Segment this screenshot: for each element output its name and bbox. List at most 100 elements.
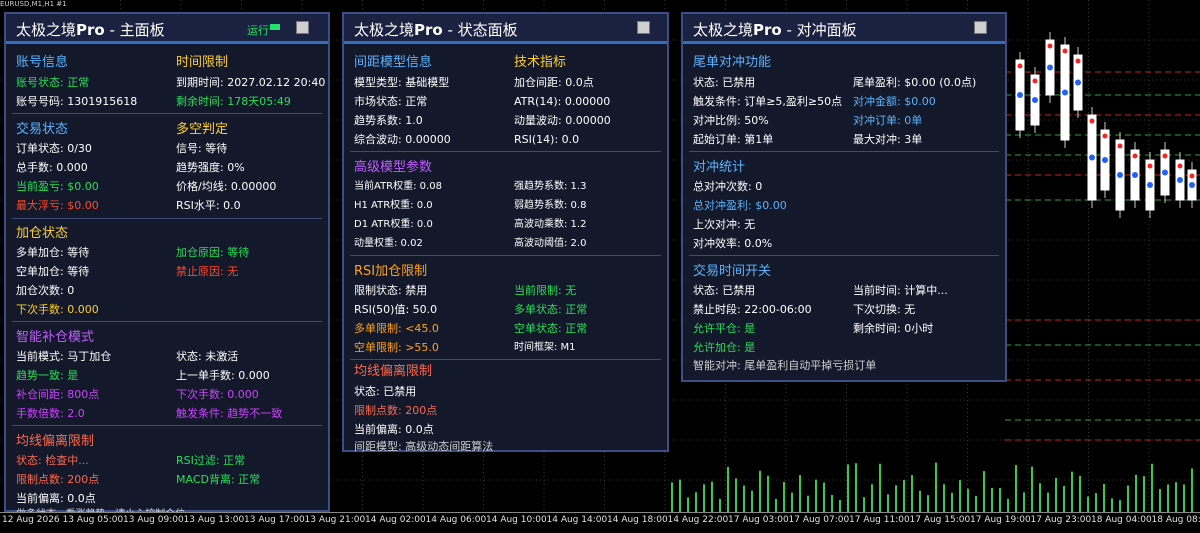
expire-time: 到期时间: 2027.02.12 20:40 bbox=[176, 76, 325, 89]
time-axis-label: 17 Aug 23:00 bbox=[1031, 515, 1092, 525]
trade-marker bbox=[1018, 64, 1023, 69]
time-axis-label: 14 Aug 14:00 bbox=[547, 515, 608, 525]
atr14: ATR(14): 0.00000 bbox=[514, 95, 610, 108]
minimize-checkbox[interactable] bbox=[974, 21, 987, 34]
current-limit: 当前限制: 无 bbox=[514, 284, 576, 297]
last-hedge: 上次对冲: 无 bbox=[693, 218, 755, 231]
hedge-panel-header[interactable]: 太极之境Pro - 对冲面板 bbox=[683, 14, 1005, 44]
divider bbox=[12, 218, 322, 219]
time-state: 状态: 已禁用 bbox=[693, 284, 755, 297]
macd-divergence: MACD背离: 正常 bbox=[176, 473, 260, 486]
trade-time-switch-header: 交易时间开关 bbox=[693, 264, 771, 279]
main-panel-title: 太极之境Pro - 主面板 bbox=[16, 19, 165, 40]
direction-header: 多空判定 bbox=[176, 122, 228, 137]
timeframe: 时间框架: M1 bbox=[514, 341, 576, 354]
hedge-panel: 太极之境Pro - 对冲面板 尾单对冲功能 状态: 已禁用 触发条件: 订单≥5… bbox=[681, 12, 1007, 382]
time-axis-label: 13 Aug 09:00 bbox=[123, 515, 184, 525]
time-axis-label: 13 Aug 17:00 bbox=[244, 515, 305, 525]
hedge-orders: 对冲订单: 0单 bbox=[853, 114, 922, 127]
time-axis-label: 17 Aug 07:00 bbox=[789, 515, 850, 525]
next-lots: 下次手数: 0.000 bbox=[16, 303, 99, 316]
trade-marker bbox=[1076, 59, 1081, 64]
refill-gap: 补仓间距: 800点 bbox=[16, 388, 99, 401]
lot-multiplier: 手数倍数: 2.0 bbox=[16, 407, 85, 420]
d1-atr-weight: D1 ATR权重: 0.0 bbox=[354, 218, 433, 231]
strong-trend-coef: 强趋势系数: 1.3 bbox=[514, 180, 586, 193]
max-float-loss: 最大浮亏: $0.00 bbox=[16, 199, 99, 212]
trade-marker bbox=[1118, 144, 1123, 149]
remaining-time: 剩余时间: 178天05:49 bbox=[176, 95, 291, 108]
smart-refill-header: 智能补仓模式 bbox=[16, 330, 94, 345]
status-panel-lower: 均线偏离限制 状态: 已禁用 限制点数: 200点 当前偏离: 0.0点 间距模… bbox=[342, 360, 669, 452]
momentum-weight: 动量权重: 0.02 bbox=[354, 237, 423, 250]
add-gap: 加仓间距: 0.0点 bbox=[514, 76, 594, 89]
trade-marker bbox=[1033, 79, 1038, 84]
time-limit-header: 时间限制 bbox=[176, 55, 228, 70]
account-header: 账号信息 bbox=[16, 55, 68, 70]
ma-current: 当前偏离: 0.0点 bbox=[354, 423, 434, 436]
composite-vol: 综合波动: 0.00000 bbox=[354, 133, 451, 146]
ma-state: 状态: 已禁用 bbox=[354, 385, 416, 398]
cut-off-line: 做多状态 · 看涨趋势 · 请小心控制仓位 bbox=[16, 508, 185, 512]
high-vol-multiplier: 高波动乘数: 1.2 bbox=[514, 218, 586, 231]
weak-trend-coef: 弱趋势系数: 0.8 bbox=[514, 199, 586, 212]
next-switch: 下次切换: 无 bbox=[853, 303, 915, 316]
long-add: 多单加仓: 等待 bbox=[16, 246, 89, 259]
minimize-checkbox[interactable] bbox=[296, 21, 309, 34]
divider bbox=[12, 425, 322, 426]
allow-close: 允许平仓: 是 bbox=[693, 322, 755, 335]
price-ma: 价格/均线: 0.00000 bbox=[176, 180, 276, 193]
short-add: 空单加仓: 等待 bbox=[16, 265, 89, 278]
long-limit: 多单限制: <45.0 bbox=[354, 322, 439, 335]
status-panel-header[interactable]: 太极之境Pro - 状态面板 bbox=[344, 14, 667, 44]
hedge-amount: 对冲金额: $0.00 bbox=[853, 95, 936, 108]
trade-marker bbox=[1163, 154, 1168, 159]
divider bbox=[12, 113, 322, 114]
trade-marker bbox=[1190, 174, 1195, 179]
last-lots: 上一单手数: 0.000 bbox=[176, 369, 270, 382]
trade-marker bbox=[1102, 157, 1108, 163]
short-limit: 空单限制: >55.0 bbox=[354, 341, 439, 354]
gap-model: 间距模型: 高级动态间距算法 bbox=[354, 440, 493, 453]
current-mode: 当前模式: 马丁加仓 bbox=[16, 350, 111, 363]
status-panel-title: 太极之境Pro - 状态面板 bbox=[354, 19, 518, 40]
time-axis-label: 14 Aug 18:00 bbox=[607, 515, 668, 525]
allow-add: 允许加仓: 是 bbox=[693, 341, 755, 354]
high-vol-threshold: 高波动阈值: 2.0 bbox=[514, 237, 586, 250]
trade-marker bbox=[1189, 182, 1195, 188]
run-indicator-icon bbox=[270, 24, 280, 30]
max-hedge: 最大对冲: 3单 bbox=[853, 133, 922, 146]
time-axis-label: 18 Aug 08:00 bbox=[1152, 515, 1200, 525]
smart-state: 状态: 未激活 bbox=[176, 350, 238, 363]
remaining-time: 剩余时间: 0小时 bbox=[853, 322, 933, 335]
trade-marker bbox=[1177, 177, 1183, 183]
trigger-condition: 触发条件: 订单≥5,盈利≥50点 bbox=[693, 95, 842, 108]
account-status: 账号状态: 正常 bbox=[16, 76, 89, 89]
signal: 信号: 等待 bbox=[176, 142, 227, 155]
main-panel-header[interactable]: 太极之境Pro - 主面板 运行 bbox=[6, 14, 328, 44]
time-axis-label: 17 Aug 03:00 bbox=[728, 515, 789, 525]
divider bbox=[12, 321, 322, 322]
h1-atr-weight: H1 ATR权重: 0.0 bbox=[354, 199, 433, 212]
rsi50-value: RSI(50)值: 50.0 bbox=[354, 303, 437, 316]
rsi-filter: RSI过滤: 正常 bbox=[176, 454, 245, 467]
trade-marker bbox=[1048, 44, 1053, 49]
trade-marker bbox=[1062, 90, 1068, 96]
time-axis-label: 12 Aug 2026 bbox=[2, 515, 60, 525]
trade-marker bbox=[1089, 155, 1095, 161]
trigger-condition: 触发条件: 趋势不一致 bbox=[176, 407, 282, 420]
account-number: 账号号码: 1301915618 bbox=[16, 95, 137, 108]
trade-status-header: 交易状态 bbox=[16, 122, 68, 137]
long-state: 多单状态: 正常 bbox=[514, 303, 587, 316]
minimize-checkbox[interactable] bbox=[637, 21, 650, 34]
trade-marker bbox=[1090, 119, 1095, 124]
market-state: 市场状态: 正常 bbox=[354, 95, 427, 108]
trade-marker bbox=[1132, 172, 1138, 178]
tail-hedge-header: 尾单对冲功能 bbox=[693, 55, 771, 70]
start-order: 起始订单: 第1单 bbox=[693, 133, 773, 146]
add-reason: 加仓原因: 等待 bbox=[176, 246, 249, 259]
short-state: 空单状态: 正常 bbox=[514, 322, 587, 335]
trade-marker bbox=[1017, 92, 1023, 98]
trade-marker bbox=[1075, 80, 1081, 86]
forbid-period: 禁止时段: 22:00-06:00 bbox=[693, 303, 812, 316]
